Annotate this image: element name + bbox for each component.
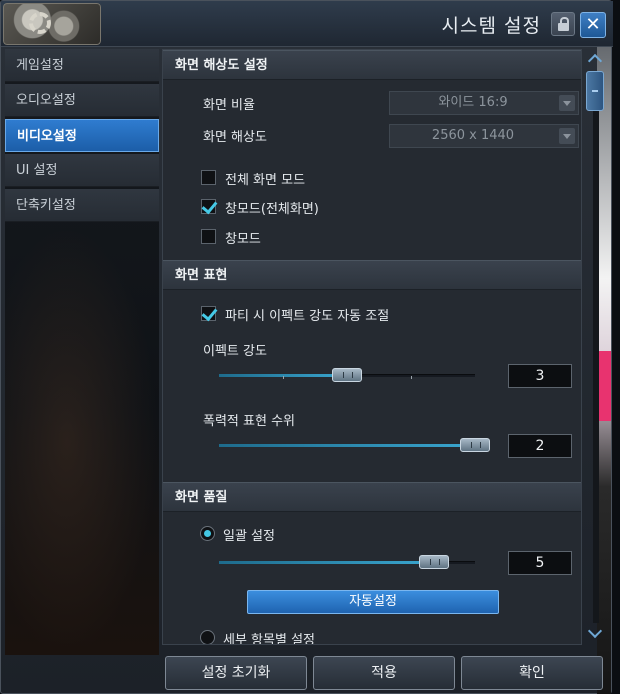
close-icon[interactable]: ✕ — [580, 12, 606, 38]
confirm-button[interactable]: 확인 — [461, 656, 603, 690]
apply-button[interactable]: 적용 — [313, 656, 455, 690]
section-header-display: 화면 표현 — [163, 260, 581, 290]
aspect-ratio-select[interactable]: 와이드 16:9 — [389, 91, 579, 115]
auto-setting-button[interactable]: 자동설정 — [247, 590, 499, 614]
scroll-thumb[interactable] — [586, 71, 604, 111]
lock-icon[interactable] — [551, 12, 575, 36]
windowed-fullscreen-checkbox[interactable] — [201, 199, 216, 214]
chevron-down-icon — [559, 128, 575, 144]
chevron-down-icon — [559, 95, 575, 111]
sidebar-item-ui[interactable]: UI 설정 — [5, 154, 159, 187]
aspect-ratio-value: 와이드 16:9 — [438, 95, 508, 110]
detailed-setting-label: 세부 항목별 설정 — [223, 633, 315, 645]
violence-level-slider[interactable] — [219, 435, 490, 455]
reset-settings-button[interactable]: 설정 초기화 — [165, 656, 307, 690]
windowed-checkbox[interactable] — [201, 229, 216, 244]
windowed-label: 창모드 — [225, 232, 261, 247]
aspect-ratio-label: 화면 비율 — [203, 98, 255, 113]
violence-level-value[interactable]: 2 — [508, 434, 572, 458]
resolution-select[interactable]: 2560 x 1440 — [389, 124, 579, 148]
bulk-setting-radio[interactable] — [200, 526, 215, 541]
title-bar[interactable]: 시스템 설정 ✕ — [1, 1, 613, 47]
section-header-resolution: 화면 해상도 설정 — [163, 50, 581, 80]
violence-level-label: 폭력적 표현 수위 — [203, 414, 295, 429]
scroll-up-icon[interactable] — [588, 53, 604, 67]
party-effect-checkbox[interactable] — [201, 306, 216, 321]
resolution-label: 화면 해상도 — [203, 130, 267, 145]
quality-slider[interactable] — [219, 552, 475, 572]
gear-logo-icon — [3, 3, 101, 45]
footer-buttons: 설정 초기화 적용 확인 — [1, 651, 613, 694]
vertical-scrollbar[interactable] — [585, 49, 607, 645]
slider-thumb[interactable] — [460, 438, 490, 452]
section-header-quality: 화면 품질 — [163, 482, 581, 512]
detailed-setting-radio[interactable] — [200, 630, 215, 644]
slider-thumb[interactable] — [332, 368, 362, 382]
sidebar-item-hotkeys[interactable]: 단축키설정 — [5, 189, 159, 222]
effect-intensity-label: 이펙트 강도 — [203, 344, 267, 359]
sidebar-item-game[interactable]: 게임설정 — [5, 49, 159, 82]
sidebar-item-audio[interactable]: 오디오설정 — [5, 84, 159, 117]
resolution-value: 2560 x 1440 — [431, 128, 515, 143]
settings-sidebar: 게임설정 오디오설정 비디오설정 UI 설정 단축키설정 — [5, 49, 159, 655]
effect-intensity-value[interactable]: 3 — [508, 364, 572, 388]
windowed-fullscreen-label: 창모드(전체화면) — [225, 202, 319, 217]
fullscreen-checkbox[interactable] — [201, 170, 216, 185]
system-settings-window: 시스템 설정 ✕ 게임설정 오디오설정 비디오설정 UI 설정 단축키설정 화면… — [0, 0, 613, 694]
effect-intensity-slider[interactable] — [219, 365, 475, 385]
party-effect-label: 파티 시 이펙트 강도 자동 조절 — [225, 309, 390, 324]
slider-thumb[interactable] — [419, 555, 449, 569]
scroll-down-icon[interactable] — [588, 627, 604, 641]
quality-value[interactable]: 5 — [508, 551, 572, 575]
window-title: 시스템 설정 — [441, 15, 541, 37]
fullscreen-label: 전체 화면 모드 — [225, 173, 306, 188]
video-settings-panel: 화면 해상도 설정 화면 비율 와이드 16:9 화면 해상도 2560 x 1… — [162, 49, 582, 645]
bulk-setting-label: 일괄 설정 — [223, 529, 275, 544]
sidebar-item-video[interactable]: 비디오설정 — [5, 119, 159, 152]
